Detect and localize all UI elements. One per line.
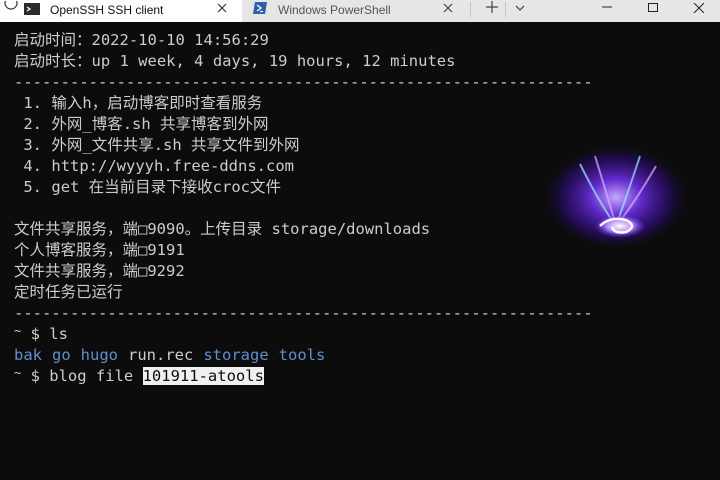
tab-divider <box>470 2 471 17</box>
start-time-value: 2022-10-10 14:56:29 <box>91 31 269 49</box>
uptime-value: up 1 week, 4 days, 19 hours, 12 minutes <box>91 52 456 70</box>
service-line: 文件共享服务，端□9090。上传目录 storage/downloads <box>14 220 431 238</box>
menu-item-2: 2. 外网_博客.sh 共享博客到外网 <box>14 114 593 135</box>
uptime-label: 启动时长： <box>14 52 92 70</box>
terminal-app-icon <box>4 0 44 22</box>
service-line: 个人博客服务，端□9191 <box>14 241 185 259</box>
prompt-line[interactable]: ~ $ blog file 101911-atools <box>14 366 593 387</box>
service-line: 定时任务已运行 <box>14 283 123 301</box>
prompt-tilde: ~ <box>14 366 22 380</box>
powershell-icon <box>252 1 268 18</box>
maximize-button[interactable] <box>638 0 668 18</box>
dir-entry: storage <box>203 346 269 364</box>
tab-title: Windows PowerShell <box>278 3 391 17</box>
menu-text: 外网_博客.sh 共享博客到外网 <box>51 115 269 133</box>
close-icon <box>693 0 705 18</box>
menu-number: 2. <box>23 115 43 133</box>
start-time-line: 启动时间：2022-10-10 14:56:29 <box>14 30 593 51</box>
start-time-label: 启动时间： <box>14 31 92 49</box>
menu-item-3: 3. 外网_文件共享.sh 共享文件到外网 <box>14 135 593 156</box>
file-entry: run.rec <box>128 346 194 364</box>
menu-item-5: 5. get 在当前目录下接收croc文件 <box>14 177 593 198</box>
menu-item-4: 4. http://wyyyh.free-ddns.com <box>14 156 593 177</box>
menu-number: 5. <box>23 178 43 196</box>
terminal-pane[interactable]: 启动时间：2022-10-10 14:56:29 启动时长：up 1 week,… <box>0 22 720 480</box>
minimize-button[interactable] <box>592 0 622 18</box>
menu-text: get 在当前目录下接收croc文件 <box>51 178 282 196</box>
new-tab-button[interactable] <box>482 0 502 18</box>
background-swirl-image <box>542 138 690 246</box>
menu-item-1: 1. 输入h，启动博客即时查看服务 <box>14 93 593 114</box>
prompt-line: ~ $ ls <box>14 324 593 345</box>
menu-number: 1. <box>23 94 43 112</box>
tab-openssh[interactable]: OpenSSH SSH client <box>0 0 242 22</box>
chevron-down-icon <box>515 0 525 18</box>
menu-text: http://wyyyh.free-ddns.com <box>51 157 294 175</box>
close-tab-icon[interactable] <box>440 0 456 16</box>
dir-entry: hugo <box>80 346 118 364</box>
menu-number: 3. <box>23 136 43 154</box>
tab-dropdown-button[interactable] <box>512 0 528 18</box>
divider-line: ----------------------------------------… <box>14 73 593 91</box>
minimize-icon <box>601 0 613 18</box>
menu-number: 4. <box>23 157 43 175</box>
maximize-icon <box>647 0 659 18</box>
service-line: 文件共享服务，端□9292 <box>14 262 185 280</box>
menu-text: 输入h，启动博客即时查看服务 <box>51 94 263 112</box>
dir-entry: bak <box>14 346 42 364</box>
close-window-button[interactable] <box>684 0 714 18</box>
tab-powershell[interactable]: Windows PowerShell <box>242 0 470 22</box>
command-text: blog file <box>49 367 143 385</box>
uptime-line: 启动时长：up 1 week, 4 days, 19 hours, 12 min… <box>14 51 593 72</box>
tab-divider <box>505 2 506 17</box>
terminal-output: 启动时间：2022-10-10 14:56:29 启动时长：up 1 week,… <box>14 30 593 387</box>
command-text: ls <box>49 325 68 343</box>
dir-entry: tools <box>278 346 326 364</box>
menu-text: 外网_文件共享.sh 共享文件到外网 <box>51 136 300 154</box>
close-tab-icon[interactable] <box>214 0 230 16</box>
selected-text[interactable]: 101911-atools <box>142 367 264 385</box>
prompt-dollar: $ <box>30 325 40 343</box>
tab-title: OpenSSH SSH client <box>50 3 164 17</box>
divider-line: ----------------------------------------… <box>14 304 593 322</box>
ls-output-line: bak go hugo run.rec storage tools <box>14 345 593 366</box>
plus-icon <box>485 0 499 19</box>
prompt-dollar: $ <box>30 367 40 385</box>
prompt-tilde: ~ <box>14 324 22 338</box>
tab-bar: OpenSSH SSH client Windows PowerShell <box>0 0 720 22</box>
dir-entry: go <box>52 346 71 364</box>
